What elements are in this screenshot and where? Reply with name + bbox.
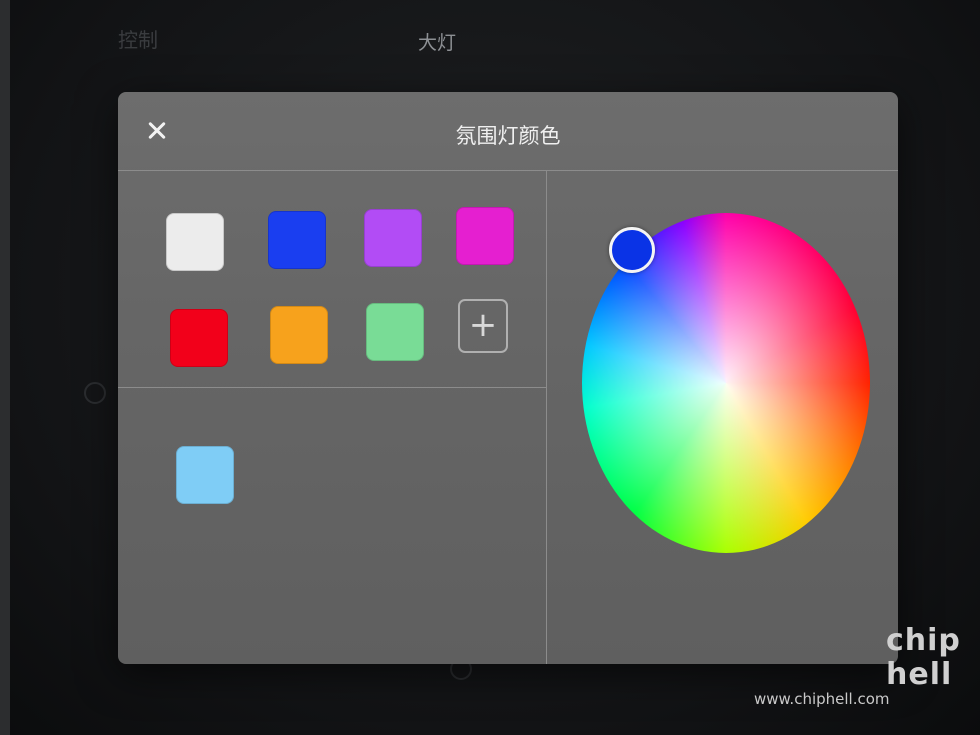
color-picker-handle[interactable]: [609, 227, 655, 273]
swatch-orange[interactable]: [270, 306, 328, 364]
custom-swatches: [118, 388, 546, 664]
add-color-button[interactable]: +: [458, 299, 508, 353]
swatch-purple[interactable]: [364, 209, 422, 267]
screen-bezel: [0, 0, 10, 735]
swatch-blue[interactable]: [268, 211, 326, 269]
brightness-icon: [84, 382, 106, 404]
dialog-title: 氛围灯颜色: [455, 124, 561, 148]
watermark-url: www.chiphell.com: [754, 690, 890, 708]
dialog-header: 氛围灯颜色: [118, 92, 898, 171]
chiphell-logo: chip hell: [886, 623, 961, 692]
color-wheel-panel: [547, 171, 898, 664]
swatch-magenta[interactable]: [456, 207, 514, 265]
ambient-light-color-dialog: 氛围灯颜色 +: [118, 92, 898, 664]
swatch-light-blue[interactable]: [176, 446, 234, 504]
swatch-panel: +: [118, 171, 547, 664]
swatch-white[interactable]: [166, 213, 224, 271]
swatch-red[interactable]: [170, 309, 228, 367]
swatch-green[interactable]: [366, 303, 424, 361]
background-tab-lights: 大灯: [418, 32, 457, 54]
background-tab-control: 控制: [118, 28, 158, 52]
preset-swatches: +: [118, 171, 546, 388]
